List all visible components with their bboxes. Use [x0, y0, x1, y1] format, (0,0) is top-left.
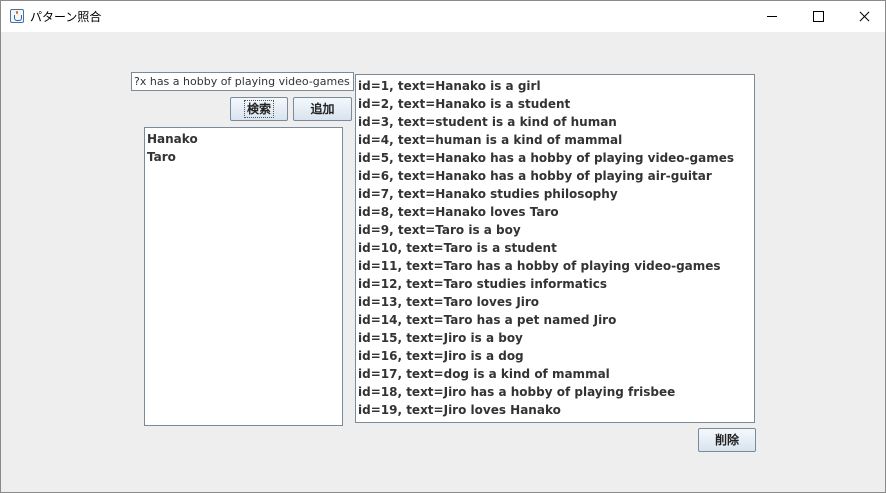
window-title: パターン照合: [30, 10, 102, 24]
list-item[interactable]: id=9, text=Taro is a boy: [356, 221, 754, 239]
list-item[interactable]: id=11, text=Taro has a hobby of playing …: [356, 257, 754, 275]
query-input[interactable]: ?x has a hobby of playing video-games: [131, 72, 354, 91]
result-list[interactable]: Hanako Taro: [144, 127, 343, 426]
list-item[interactable]: id=16, text=Jiro is a dog: [356, 347, 754, 365]
list-item[interactable]: id=6, text=Hanako has a hobby of playing…: [356, 167, 754, 185]
maximize-icon: [813, 11, 824, 22]
minimize-icon: [767, 16, 777, 17]
java-cup-icon[interactable]: [10, 9, 24, 23]
app-window: パターン照合 ?x has a hobby of playing video-g…: [0, 0, 886, 493]
search-button[interactable]: 検索: [230, 97, 288, 121]
add-button[interactable]: 追加: [293, 97, 352, 121]
list-item[interactable]: id=18, text=Jiro has a hobby of playing …: [356, 383, 754, 401]
list-item[interactable]: id=2, text=Hanako is a student: [356, 95, 754, 113]
record-list[interactable]: id=1, text=Hanako is a girl id=2, text=H…: [355, 74, 755, 423]
list-item[interactable]: id=1, text=Hanako is a girl: [356, 77, 754, 95]
list-item[interactable]: id=5, text=Hanako has a hobby of playing…: [356, 149, 754, 167]
list-item[interactable]: Taro: [145, 148, 342, 166]
list-item[interactable]: Hanako: [145, 130, 342, 148]
list-item[interactable]: id=13, text=Taro loves Jiro: [356, 293, 754, 311]
list-item[interactable]: id=10, text=Taro is a student: [356, 239, 754, 257]
list-item[interactable]: id=8, text=Hanako loves Taro: [356, 203, 754, 221]
search-button-label: 検索: [243, 100, 275, 118]
maximize-button[interactable]: [795, 1, 841, 32]
list-item[interactable]: id=3, text=student is a kind of human: [356, 113, 754, 131]
list-item[interactable]: id=4, text=human is a kind of mammal: [356, 131, 754, 149]
minimize-button[interactable]: [749, 1, 795, 32]
delete-button[interactable]: 削除: [698, 428, 756, 452]
title-bar[interactable]: パターン照合: [1, 1, 885, 32]
close-button[interactable]: [841, 1, 885, 32]
list-item[interactable]: id=7, text=Hanako studies philosophy: [356, 185, 754, 203]
list-item[interactable]: id=12, text=Taro studies informatics: [356, 275, 754, 293]
list-item[interactable]: id=14, text=Taro has a pet named Jiro: [356, 311, 754, 329]
list-item[interactable]: id=17, text=dog is a kind of mammal: [356, 365, 754, 383]
list-item[interactable]: id=15, text=Jiro is a boy: [356, 329, 754, 347]
list-item[interactable]: id=19, text=Jiro loves Hanako: [356, 401, 754, 419]
